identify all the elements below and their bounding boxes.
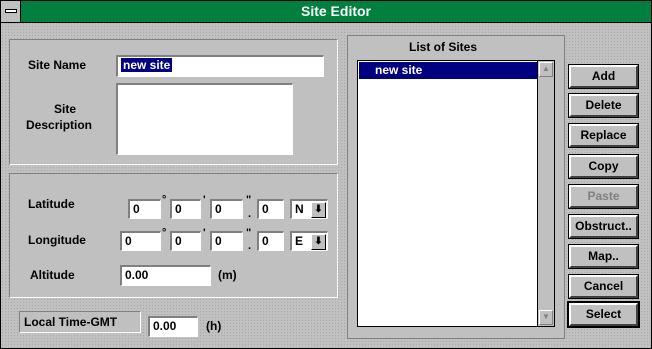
replace-button[interactable]: Replace — [568, 123, 639, 148]
longitude-label: Longitude — [28, 233, 86, 247]
decimal-symbol: . — [248, 208, 252, 220]
site-name-input[interactable]: new site — [116, 55, 324, 77]
longitude-direction-select[interactable]: E ⬇ — [290, 231, 328, 251]
add-button[interactable]: Add — [568, 64, 639, 89]
latitude-direction-value: N — [295, 202, 304, 216]
obstruct-button[interactable]: Obstruct.. — [568, 214, 639, 239]
second-symbol: " — [246, 194, 252, 206]
second-symbol: " — [246, 227, 252, 239]
site-list-header-text: List of Sites — [408, 40, 477, 54]
map-button[interactable]: Map.. — [568, 244, 639, 269]
system-menu-button[interactable] — [1, 1, 21, 22]
title-bar: Site Editor — [1, 1, 651, 23]
latitude-label: Latitude — [28, 197, 75, 211]
latitude-direction-select[interactable]: N ⬇ — [290, 199, 328, 219]
site-description-label-line2: Description — [26, 118, 93, 132]
longitude-degrees-input[interactable]: 0 — [120, 231, 161, 251]
latitude-degrees-input[interactable]: 0 — [128, 199, 161, 219]
copy-button[interactable]: Copy — [568, 154, 639, 179]
site-name-label: Site Name — [28, 58, 87, 72]
altitude-label: Altitude — [30, 268, 75, 282]
site-list-header: List of Sites — [391, 39, 495, 56]
local-time-label-box: Local Time-GMT — [19, 311, 141, 333]
paste-button[interactable]: Paste — [568, 184, 639, 209]
latitude-fraction-input[interactable]: 0 — [257, 199, 284, 219]
latitude-minutes-input[interactable]: 0 — [170, 199, 201, 219]
degree-symbol: ° — [162, 227, 167, 239]
cancel-button[interactable]: Cancel — [568, 274, 639, 299]
site-description-input[interactable] — [116, 83, 293, 155]
site-info-panel: Site Name new site Site Description — [9, 39, 338, 165]
minute-symbol: ' — [203, 194, 206, 206]
longitude-seconds-input[interactable]: 0 — [210, 231, 243, 251]
list-item[interactable]: new site — [359, 62, 537, 79]
select-button[interactable]: Select — [567, 301, 640, 328]
dropdown-arrow-icon[interactable]: ⬇ — [311, 234, 326, 250]
site-list[interactable]: new site ▲ ▼ — [357, 60, 555, 327]
site-name-value: new site — [121, 58, 173, 72]
local-time-gmt-label: Local Time-GMT — [24, 315, 118, 329]
longitude-minutes-input[interactable]: 0 — [170, 231, 201, 251]
degree-symbol: ° — [162, 194, 167, 206]
scroll-up-icon[interactable]: ▲ — [539, 62, 553, 77]
local-time-unit-label: (h) — [206, 319, 222, 333]
site-editor-window: Site Editor Site Name new site Site Desc… — [0, 0, 652, 349]
local-time-gmt-input[interactable]: 0.00 — [148, 316, 198, 337]
scroll-down-icon[interactable]: ▼ — [539, 310, 553, 325]
dropdown-arrow-icon[interactable]: ⬇ — [311, 202, 326, 218]
window-title: Site Editor — [300, 3, 371, 19]
longitude-direction-value: E — [295, 234, 304, 248]
system-menu-icon — [5, 9, 17, 13]
minute-symbol: ' — [203, 227, 206, 239]
altitude-unit-label: (m) — [218, 268, 237, 282]
delete-button[interactable]: Delete — [568, 93, 639, 118]
longitude-fraction-input[interactable]: 0 — [257, 231, 284, 251]
site-description-label-line1: Site — [54, 102, 77, 116]
latitude-seconds-input[interactable]: 0 — [210, 199, 243, 219]
altitude-input[interactable]: 0.00 — [120, 265, 211, 286]
coordinates-panel: Latitude 0 ° 0 ' 0 " . 0 N ⬇ Longitude 0… — [9, 173, 338, 298]
decimal-symbol: . — [248, 240, 252, 252]
site-list-scrollbar[interactable]: ▲ ▼ — [537, 61, 554, 326]
